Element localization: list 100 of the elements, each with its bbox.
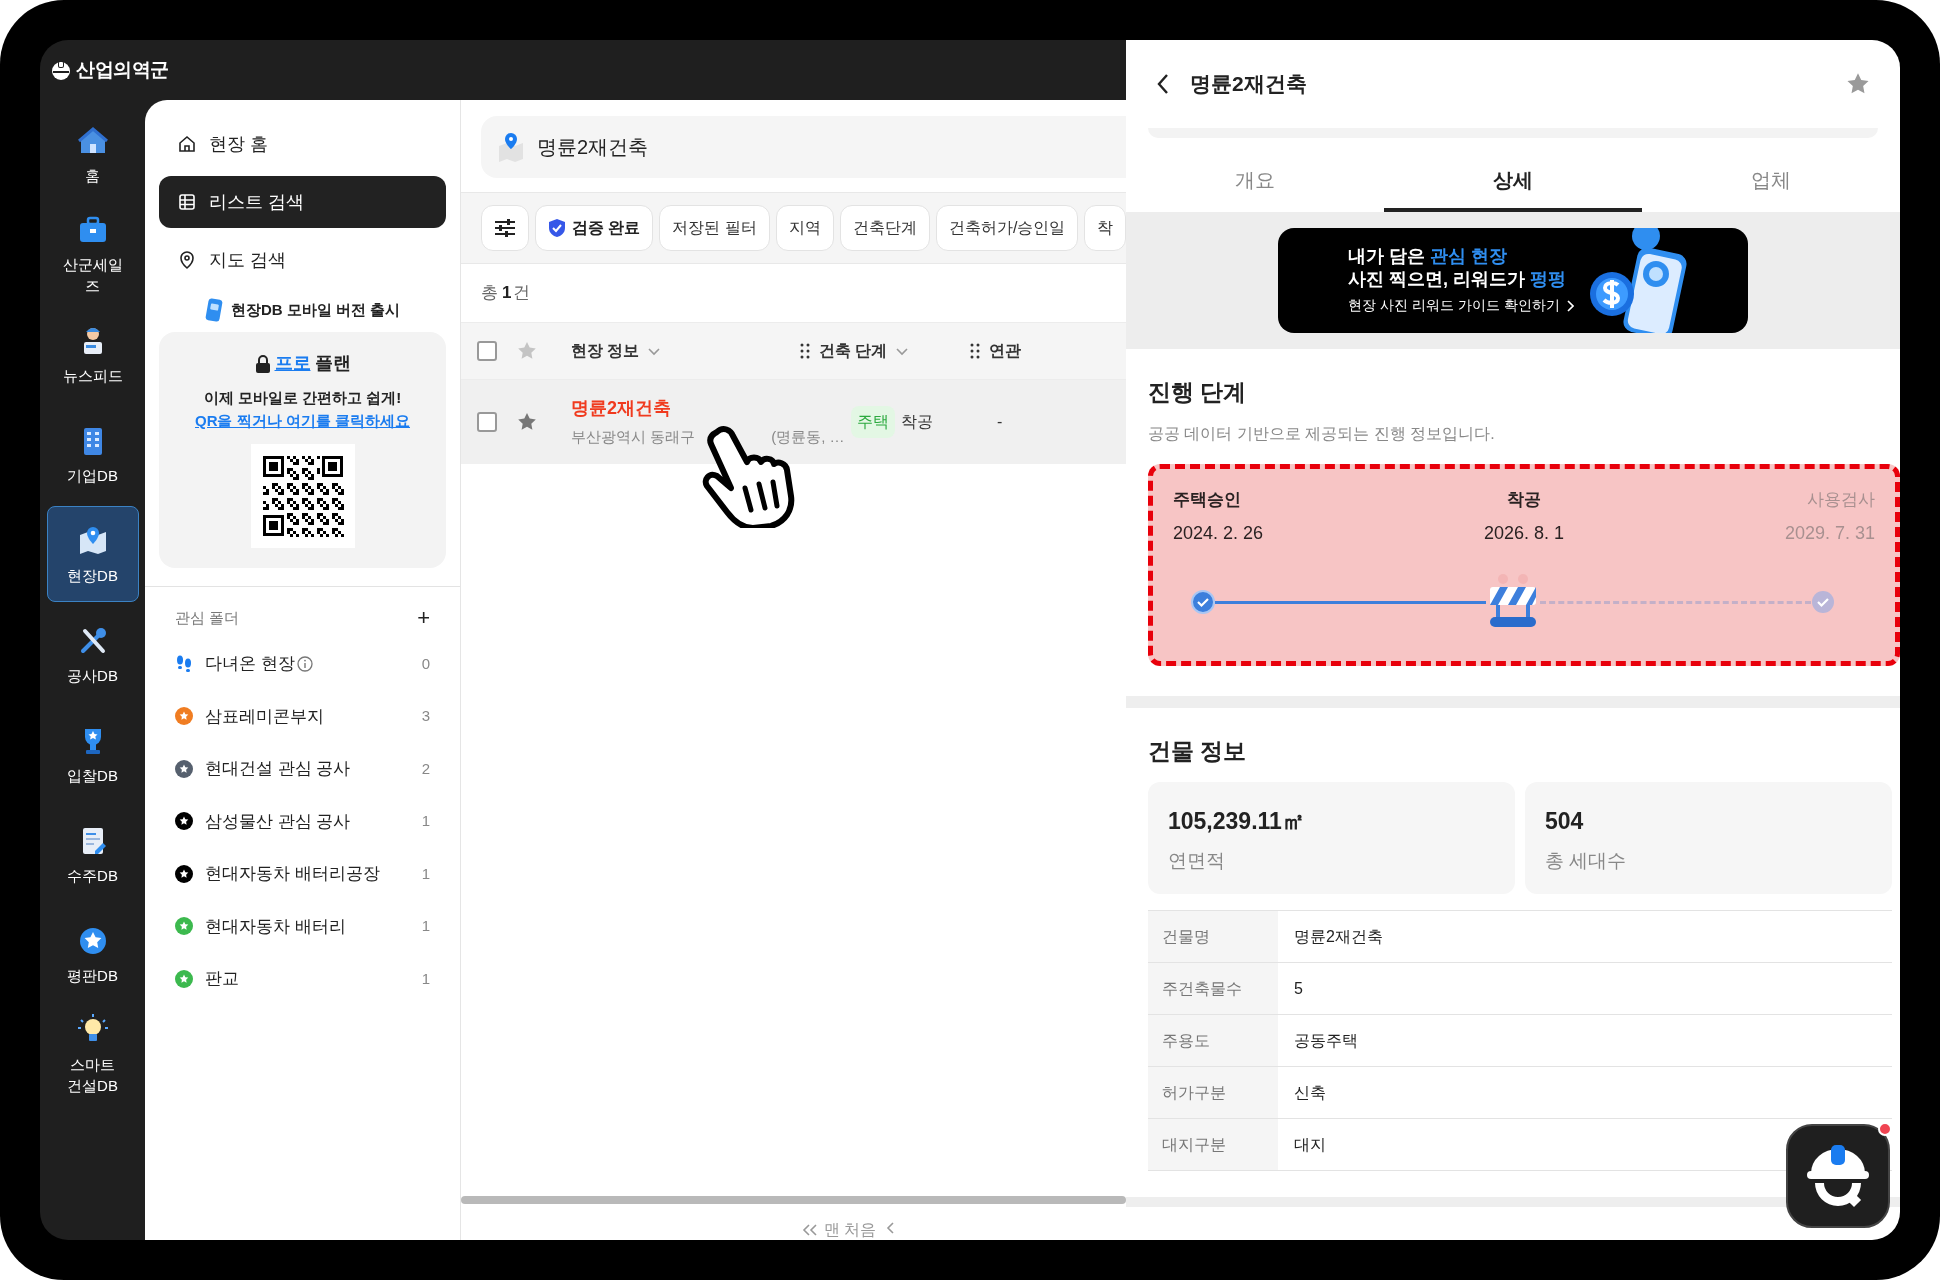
rail-item[interactable]: 산군세일즈 — [46, 206, 139, 302]
favorite-star-icon[interactable] — [1846, 72, 1870, 96]
folder-count: 0 — [420, 653, 430, 674]
result-count-label: 총 — [481, 282, 498, 304]
checkbox[interactable] — [477, 411, 497, 432]
folder-count: 1 — [420, 811, 430, 831]
step-date: 2024. 2. 26 — [1173, 522, 1264, 545]
add-folder-button[interactable]: + — [417, 607, 430, 630]
filter-chip[interactable]: 착 — [1084, 205, 1126, 251]
double-chevron-left-icon — [801, 1224, 818, 1236]
column-header[interactable]: 현장 정보 — [571, 338, 640, 363]
folder-count: 3 — [420, 706, 430, 726]
tab[interactable]: 개요 — [1126, 140, 1384, 212]
column-header[interactable]: 연관 — [989, 338, 1021, 363]
banner-headline: 사진 찍으면, 리워드가 펑펑 — [1348, 268, 1567, 291]
rail-item[interactable]: 공사DB — [46, 606, 139, 702]
folder-item[interactable]: 현대건설 관심 공사 2 — [145, 742, 460, 795]
table-label: 주건축물수 — [1148, 963, 1278, 1014]
shield-check-icon — [548, 218, 566, 238]
step-name: 사용검사 — [1807, 488, 1875, 511]
phone-icon — [204, 298, 223, 322]
rail-item[interactable]: 수주DB — [46, 806, 139, 902]
table-cell-text: 신축 — [1293, 1082, 1327, 1103]
stage-tag: 주택 — [851, 405, 895, 438]
sliders-icon — [494, 218, 516, 238]
info-icon — [296, 655, 313, 672]
step-date: 2029. 7. 31 — [1784, 522, 1875, 545]
filter-chip[interactable]: 저장된 필터 — [659, 205, 770, 251]
star-icon — [517, 340, 537, 361]
lock-icon — [254, 354, 271, 373]
folder-item[interactable]: 다녀온 현장 0 — [145, 637, 460, 690]
table-cell-text: 명륜2재건축 — [1293, 926, 1384, 947]
folder-item[interactable]: 현대자동차 배터리공장 1 — [145, 847, 460, 900]
folder-count: 2 — [420, 758, 430, 779]
folder-count: 1 — [420, 863, 430, 884]
stat-value: 504 — [1545, 807, 1585, 836]
stat-label: 연면적 — [1168, 848, 1226, 873]
plan-title: 플랜 — [314, 352, 351, 375]
rail-item[interactable]: 입찰DB — [46, 706, 139, 802]
chat-button[interactable] — [1786, 1124, 1890, 1228]
star-icon — [517, 411, 537, 432]
folder-count: 1 — [420, 916, 430, 936]
horizontal-scrollbar[interactable] — [461, 1196, 1126, 1204]
table-cell-text: 착공 — [901, 411, 933, 432]
nav-item[interactable]: 현장 홈 — [159, 118, 446, 170]
app-logo: 산업의역군 — [76, 57, 169, 82]
folder-item[interactable]: 삼표레미콘부지 3 — [145, 690, 460, 743]
location-icon — [177, 250, 197, 270]
drag-handle-icon — [969, 341, 981, 360]
step-name: 착공 — [1507, 488, 1541, 511]
rail-item[interactable]: 현장DB — [46, 506, 139, 602]
filter-chip[interactable]: 검증 완료 — [535, 205, 654, 251]
rail-item[interactable]: 스마트 건설DB — [46, 1006, 139, 1102]
banner-link[interactable]: 현장 사진 리워드 가이드 확인하기 — [1348, 295, 1574, 317]
table-cell-text: 공동주택 — [1293, 1030, 1359, 1051]
stat-value: 105,239.11㎡ — [1168, 807, 1306, 836]
table-cell: - — [997, 412, 1003, 430]
filter-chip[interactable]: 지역 — [775, 205, 834, 251]
rail-item[interactable]: 평판DB — [46, 906, 139, 1002]
table-label: 건물명 — [1148, 911, 1278, 962]
nav-item[interactable]: 지도 검색 — [159, 234, 446, 286]
home-icon — [177, 134, 197, 154]
folder-item[interactable]: 삼성물산 관심 공사 1 — [145, 795, 460, 848]
chevron-left-icon — [886, 1222, 896, 1234]
rail-item[interactable]: 홈 — [46, 106, 139, 202]
result-count-unit: 건 — [513, 282, 531, 304]
banner-headline: 내가 담은 관심 현장 — [1348, 244, 1509, 268]
promo-banner[interactable]: 내가 담은 관심 현장 사진 찍으면, 리워드가 펑펑 현장 사진 리워드 가이드 확인하기 — [1278, 228, 1748, 333]
filter-chip[interactable]: 건축허가/승인일 — [935, 205, 1079, 251]
folder-count: 1 — [420, 968, 430, 989]
footprints-icon — [175, 654, 193, 673]
section-title: 관심 폴더 — [175, 608, 240, 628]
logo-icon — [50, 59, 72, 81]
back-icon — [1156, 73, 1170, 95]
nav-item[interactable]: 리스트 검색 — [159, 176, 446, 228]
rail-item[interactable]: 뉴스피드 — [46, 306, 139, 402]
step-name: 주택승인 — [1173, 488, 1241, 511]
site-address: (명륜동, … — [771, 426, 845, 447]
filter-chip[interactable]: 건축단계 — [839, 205, 930, 251]
drag-handle-icon — [799, 341, 811, 360]
checkbox[interactable] — [477, 340, 497, 361]
folder-item[interactable]: 현대자동차 배터리 1 — [145, 900, 460, 953]
panel-title: 명륜2재건축 — [1190, 71, 1308, 98]
table-label: 주용도 — [1148, 1015, 1278, 1066]
tab[interactable]: 업체 — [1642, 140, 1900, 212]
table-label: 허가구분 — [1148, 1067, 1278, 1118]
qr-link[interactable]: QR을 찍거나 여기를 클릭하세요 — [195, 409, 410, 432]
table-cell-text: 대지 — [1293, 1134, 1327, 1155]
search-field[interactable]: 명륜2재건축 — [481, 116, 1126, 178]
filter-settings-button[interactable] — [481, 205, 529, 251]
table-label: 대지구분 — [1148, 1119, 1278, 1170]
table-row[interactable]: 명륜2재건축 부산광역시 동래구 (명륜동, … 주택 착공 - — [461, 379, 1126, 464]
result-count: 1 — [502, 282, 512, 304]
section-subtitle: 공공 데이터 기반으로 제공되는 진행 정보입니다. — [1148, 423, 1496, 444]
promo-text: 이제 모바일로 간편하고 쉽게! — [203, 388, 402, 408]
folder-item[interactable]: 판교 1 — [145, 952, 460, 1005]
rail-item[interactable]: 기업DB — [46, 406, 139, 502]
helmet-gear-icon — [1805, 1143, 1871, 1209]
column-header[interactable]: 건축 단계 — [819, 338, 888, 363]
plan-name: 프로 — [274, 352, 311, 375]
